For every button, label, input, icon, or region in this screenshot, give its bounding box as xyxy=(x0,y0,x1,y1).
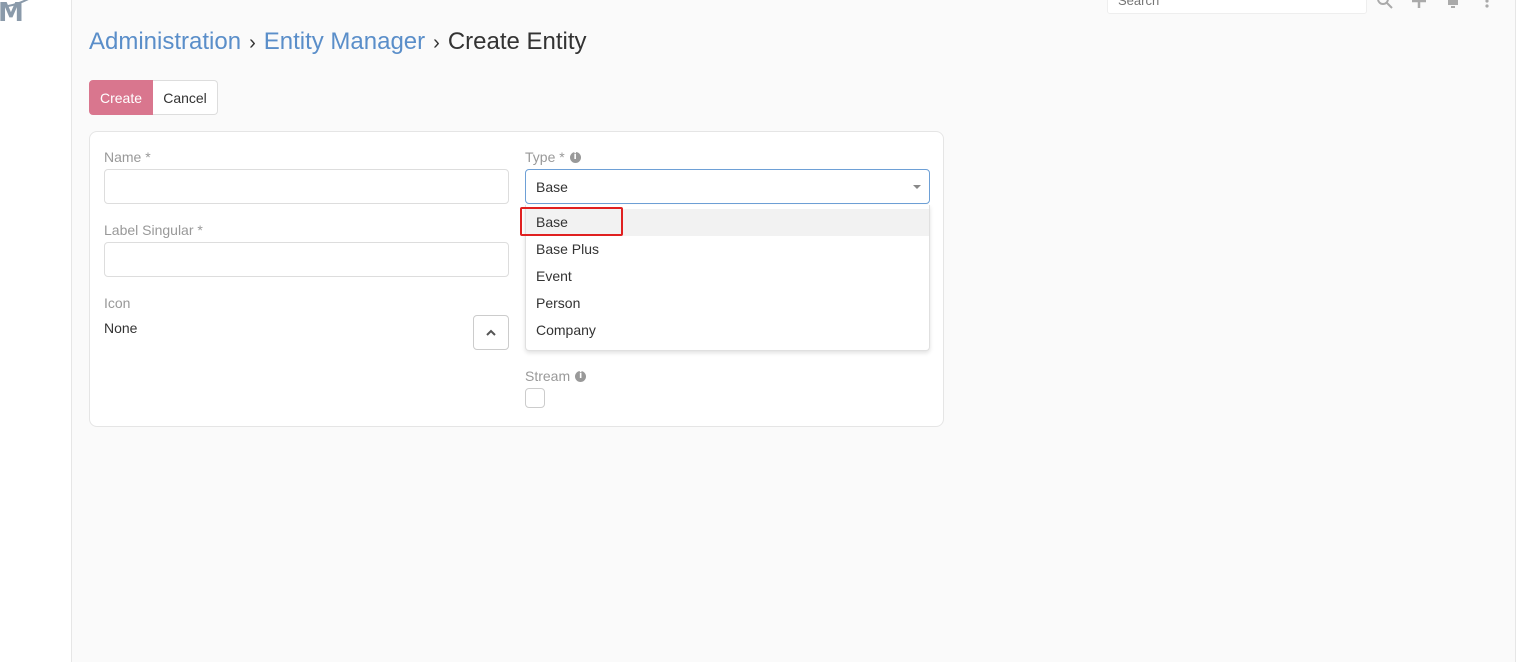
search-icon[interactable] xyxy=(1374,0,1396,10)
search-input[interactable] xyxy=(1108,0,1358,13)
type-select-value: Base xyxy=(536,178,568,195)
type-option-company[interactable]: Company xyxy=(526,317,929,344)
name-label: Name * xyxy=(104,149,151,165)
topbar-icons xyxy=(1374,0,1498,10)
type-select[interactable]: Base xyxy=(525,169,930,204)
breadcrumb: Administration › Entity Manager › Create Ent… xyxy=(89,28,587,56)
bell-icon[interactable] xyxy=(1442,0,1464,10)
type-option-person[interactable]: Person xyxy=(526,290,929,317)
stream-label: Stream i xyxy=(525,368,587,384)
icon-label: Icon xyxy=(104,295,130,311)
type-option-base-plus[interactable]: Base Plus xyxy=(526,236,929,263)
stream-label-text: Stream xyxy=(525,368,571,384)
icon-label-text: Icon xyxy=(104,295,131,311)
right-scroll-edge xyxy=(1515,0,1522,662)
breadcrumb-separator: › xyxy=(249,32,256,54)
page-title: Create Entity xyxy=(447,28,587,55)
breadcrumb-separator: › xyxy=(433,32,440,54)
cancel-button[interactable]: Cancel xyxy=(153,80,218,115)
breadcrumb-entity-manager[interactable]: Entity Manager xyxy=(264,28,425,55)
global-search[interactable] xyxy=(1107,0,1367,14)
breadcrumb-administration[interactable]: Administration xyxy=(89,28,241,55)
create-button[interactable]: Create xyxy=(89,80,153,115)
app-logo[interactable]: M xyxy=(0,0,29,28)
name-label-text: Name * xyxy=(104,149,151,165)
form-actions: Create Cancel xyxy=(89,80,218,115)
logo-swoosh-icon xyxy=(7,0,29,7)
label-singular-input[interactable] xyxy=(104,242,509,277)
icon-picker-button[interactable] xyxy=(473,315,509,350)
caret-down-icon xyxy=(913,185,921,189)
info-icon[interactable]: i xyxy=(575,370,587,382)
chevron-up-icon xyxy=(486,329,496,336)
kebab-menu-icon[interactable] xyxy=(1476,0,1498,10)
plus-icon[interactable] xyxy=(1408,0,1430,10)
stream-checkbox[interactable] xyxy=(525,388,545,408)
highlight-annotation xyxy=(520,207,623,236)
info-icon[interactable]: i xyxy=(569,151,581,163)
type-label: Type * i xyxy=(525,149,581,165)
name-input[interactable] xyxy=(104,169,509,204)
label-singular-label-text: Label Singular * xyxy=(104,222,203,238)
sidebar: M xyxy=(0,0,72,662)
label-singular-label: Label Singular * xyxy=(104,222,203,238)
type-option-event[interactable]: Event xyxy=(526,263,929,290)
type-label-text: Type * xyxy=(525,149,565,165)
icon-value: None xyxy=(104,320,138,336)
